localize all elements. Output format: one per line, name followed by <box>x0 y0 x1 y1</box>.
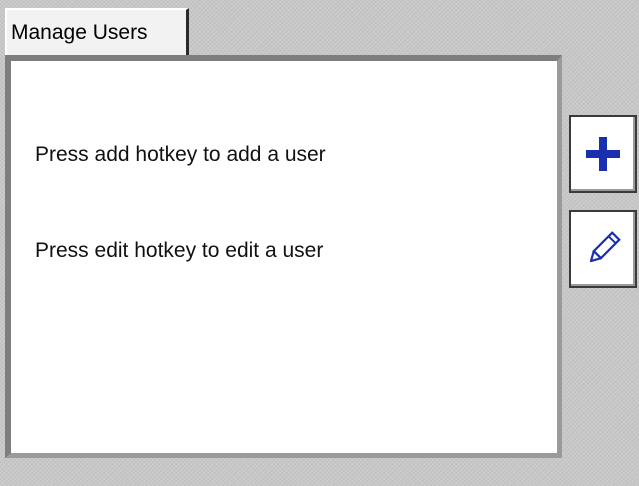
edit-user-hotkey-button[interactable] <box>569 210 637 288</box>
edit-user-hint: Press edit hotkey to edit a user <box>35 239 324 262</box>
add-user-hint: Press add hotkey to add a user <box>35 143 326 166</box>
plus-icon <box>583 134 623 174</box>
add-user-hotkey-button[interactable] <box>569 115 637 193</box>
pencil-icon <box>583 229 623 269</box>
tab-label: Manage Users <box>11 20 148 44</box>
content-panel: Press add hotkey to add a user Press edi… <box>5 55 562 458</box>
tab-manage-users[interactable]: Manage Users <box>5 8 189 55</box>
